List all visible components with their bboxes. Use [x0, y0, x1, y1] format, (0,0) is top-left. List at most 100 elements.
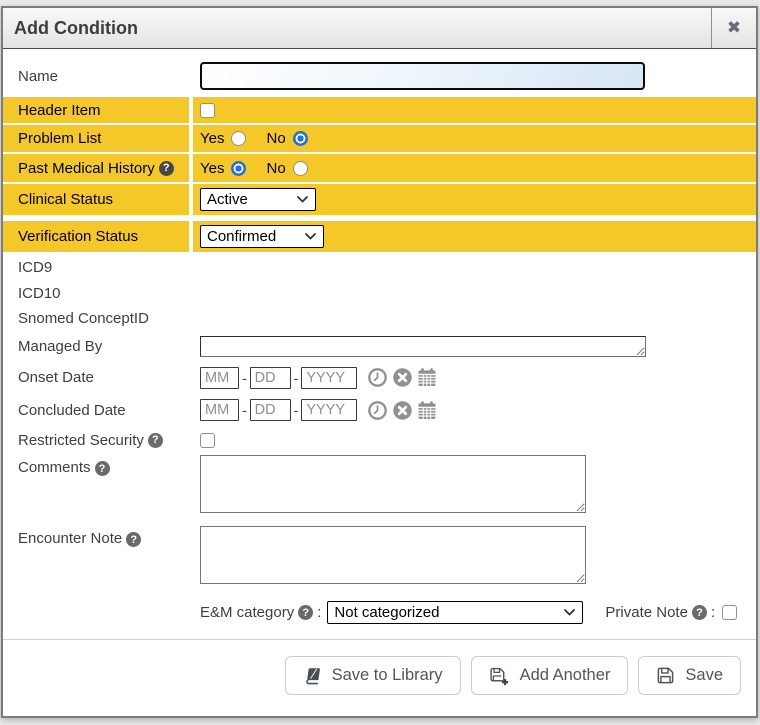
dialog-header: Add Condition ✖ — [3, 8, 756, 49]
verification-status-label: Verification Status — [3, 221, 189, 252]
concluded-now-clock-icon[interactable] — [367, 400, 388, 421]
em-category-colon: : — [317, 604, 321, 621]
header-item-label: Header Item — [3, 97, 189, 123]
em-category-select[interactable]: Not categorized — [327, 601, 583, 624]
add-another-label: Add Another — [520, 666, 611, 685]
dialog-title: Add Condition — [3, 8, 711, 48]
save-to-library-label: Save to Library — [332, 666, 443, 685]
managed-by-label: Managed By — [3, 332, 189, 360]
row-managed-by: Managed By — [3, 332, 756, 360]
save-plus-icon — [489, 666, 510, 686]
snomed-value — [193, 307, 756, 330]
em-category-label: E&M category — [200, 604, 294, 621]
private-note-help-icon[interactable]: ? — [692, 605, 707, 620]
private-note-label: Private Note — [605, 604, 688, 621]
comments-label: Comments — [18, 459, 91, 476]
encounter-note-textarea[interactable] — [200, 526, 586, 584]
problem-list-no-label: No — [266, 130, 285, 147]
header-item-checkbox[interactable] — [200, 103, 215, 118]
onset-now-clock-icon[interactable] — [367, 367, 388, 388]
encounter-note-help-icon[interactable]: ? — [126, 532, 141, 547]
row-comments: Comments ? — [3, 455, 756, 519]
concluded-calendar-icon[interactable] — [417, 400, 437, 421]
add-condition-dialog: Add Condition ✖ Name Header Item Problem… — [1, 6, 758, 718]
onset-month-input[interactable] — [200, 367, 239, 389]
clinical-status-label: Clinical Status — [3, 184, 189, 215]
footer-buttons: Save to Library Add Another — [3, 640, 756, 695]
em-category-value: Not categorized — [334, 604, 439, 621]
row-problem-list: Problem List Yes No — [3, 125, 756, 152]
snomed-label: Snomed ConceptID — [3, 307, 189, 330]
onset-year-input[interactable] — [301, 367, 357, 389]
problem-list-yes-radio[interactable] — [231, 131, 246, 146]
row-clinical-status: Clinical Status Active — [3, 184, 756, 215]
chevron-down-icon — [564, 609, 575, 616]
em-category-help-icon[interactable]: ? — [298, 605, 313, 620]
save-button[interactable]: Save — [638, 656, 741, 695]
icd10-value — [193, 281, 756, 305]
pmh-no-radio[interactable] — [293, 161, 308, 176]
save-to-library-button[interactable]: Save to Library — [285, 656, 461, 695]
icd10-label: ICD10 — [3, 281, 189, 305]
onset-day-input[interactable] — [250, 367, 291, 389]
add-another-button[interactable]: Add Another — [471, 656, 629, 695]
save-label: Save — [685, 666, 723, 685]
verification-status-value: Confirmed — [207, 228, 276, 245]
row-verification-status: Verification Status Confirmed — [3, 221, 756, 252]
date-separator: - — [242, 402, 247, 418]
row-encounter-note: Encounter Note ? — [3, 526, 756, 590]
restricted-security-help-icon[interactable]: ? — [148, 433, 163, 448]
clinical-status-select[interactable]: Active — [200, 188, 316, 211]
concluded-clear-icon[interactable] — [392, 400, 413, 421]
encounter-note-label: Encounter Note — [18, 530, 122, 547]
past-medical-history-help-icon[interactable]: ? — [159, 161, 174, 176]
date-separator: - — [294, 402, 299, 418]
concluded-day-input[interactable] — [250, 399, 291, 421]
comments-textarea[interactable] — [200, 455, 586, 513]
book-icon — [301, 667, 323, 685]
onset-clear-icon[interactable] — [392, 367, 413, 388]
row-onset-date: Onset Date - - — [3, 362, 756, 393]
row-restricted-security: Restricted Security ? — [3, 427, 756, 453]
row-em-category: E&M category ? : Not categorized Private… — [3, 599, 756, 626]
close-button[interactable]: ✖ — [711, 8, 756, 48]
row-name: Name — [3, 59, 756, 93]
problem-list-no-radio[interactable] — [293, 131, 308, 146]
row-icd10: ICD10 — [3, 281, 756, 305]
concluded-year-input[interactable] — [301, 399, 357, 421]
problem-list-label: Problem List — [3, 125, 189, 152]
managed-by-input[interactable] — [200, 336, 646, 357]
row-concluded-date: Concluded Date - - — [3, 395, 756, 425]
chevron-down-icon — [305, 233, 316, 240]
save-icon — [656, 666, 675, 685]
private-note-colon: : — [711, 604, 715, 621]
chevron-down-icon — [297, 196, 308, 203]
past-medical-history-label: Past Medical History — [18, 160, 155, 177]
name-label: Name — [3, 59, 189, 93]
concluded-month-input[interactable] — [200, 399, 239, 421]
dialog-body: Name Header Item Problem List Yes No — [3, 49, 756, 695]
onset-date-label: Onset Date — [3, 362, 189, 393]
name-input[interactable] — [200, 62, 645, 90]
clinical-status-value: Active — [207, 191, 248, 208]
date-separator: - — [242, 370, 247, 386]
icd9-value — [193, 255, 756, 279]
private-note-checkbox[interactable] — [722, 605, 737, 620]
restricted-security-label: Restricted Security — [18, 432, 144, 449]
problem-list-yes-label: Yes — [200, 130, 224, 147]
pmh-yes-label: Yes — [200, 160, 224, 177]
row-header-item: Header Item — [3, 97, 756, 123]
row-icd9: ICD9 — [3, 255, 756, 279]
pmh-yes-radio[interactable] — [231, 161, 246, 176]
onset-calendar-icon[interactable] — [417, 367, 437, 388]
date-separator: - — [294, 370, 299, 386]
pmh-no-label: No — [266, 160, 285, 177]
verification-status-select[interactable]: Confirmed — [200, 225, 324, 248]
row-past-medical-history: Past Medical History ? Yes No — [3, 154, 756, 182]
comments-help-icon[interactable]: ? — [95, 461, 110, 476]
concluded-date-label: Concluded Date — [3, 395, 189, 425]
close-icon: ✖ — [727, 18, 741, 38]
restricted-security-checkbox[interactable] — [200, 433, 215, 448]
icd9-label: ICD9 — [3, 255, 189, 279]
row-snomed: Snomed ConceptID — [3, 307, 756, 330]
